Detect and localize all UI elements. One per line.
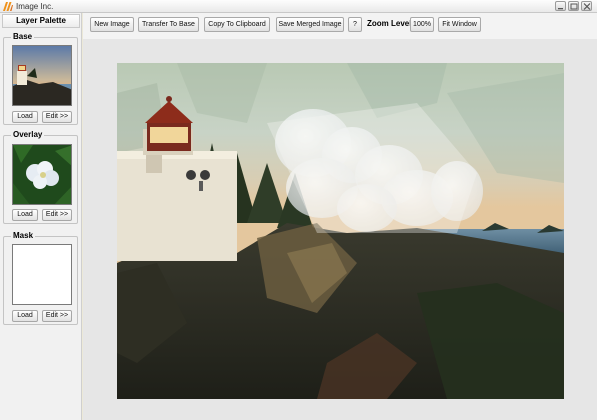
window-title: Image Inc. (16, 2, 54, 11)
palette-header: Layer Palette (2, 14, 80, 28)
mask-thumbnail[interactable] (12, 244, 72, 305)
canvas-area (83, 39, 597, 420)
fit-window-button[interactable]: Fit Window (438, 17, 481, 32)
copy-to-clipboard-button[interactable]: Copy To Clipboard (204, 17, 270, 32)
base-edit-button[interactable]: Edit >> (42, 111, 72, 123)
base-group: Base Load Edit >> (3, 32, 78, 125)
new-image-button[interactable]: New Image (90, 17, 134, 32)
overlay-group-title: Overlay (11, 130, 45, 140)
merged-image (117, 63, 564, 399)
overlay-load-button[interactable]: Load (12, 209, 38, 221)
minimize-icon (558, 8, 563, 10)
close-button[interactable] (581, 1, 592, 11)
merged-image-canvas[interactable] (117, 63, 564, 399)
transfer-to-base-button[interactable]: Transfer To Base (138, 17, 199, 32)
save-merged-image-button[interactable]: Save Merged Image (276, 17, 344, 32)
minimize-button[interactable] (555, 1, 566, 11)
title-bar: Image Inc. (0, 0, 597, 13)
mask-group-title: Mask (11, 231, 36, 241)
mask-edit-button[interactable]: Edit >> (42, 310, 72, 322)
toolbar: New Image Transfer To Base Copy To Clipb… (83, 13, 597, 39)
overlay-edit-button[interactable]: Edit >> (42, 209, 72, 221)
layer-palette: Layer Palette Base Load Edit >> Overlay … (0, 13, 82, 420)
base-thumbnail[interactable] (12, 45, 72, 106)
base-group-title: Base (11, 32, 35, 42)
zoom-value-button[interactable]: 100% (410, 17, 434, 32)
mask-load-button[interactable]: Load (12, 310, 38, 322)
close-icon (583, 3, 591, 10)
maximize-button[interactable] (568, 1, 579, 11)
zoom-level-label: Zoom Level (367, 19, 412, 28)
base-thumbnail-image (13, 46, 71, 105)
help-button[interactable]: ? (348, 17, 362, 32)
maximize-icon (570, 3, 578, 10)
overlay-thumbnail[interactable] (12, 144, 72, 205)
app-logo-icon (3, 2, 13, 11)
overlay-group: Overlay Load Edit >> (3, 130, 78, 224)
mask-group: Mask Load Edit >> (3, 231, 78, 325)
overlay-thumbnail-image (13, 145, 71, 204)
base-load-button[interactable]: Load (12, 111, 38, 123)
